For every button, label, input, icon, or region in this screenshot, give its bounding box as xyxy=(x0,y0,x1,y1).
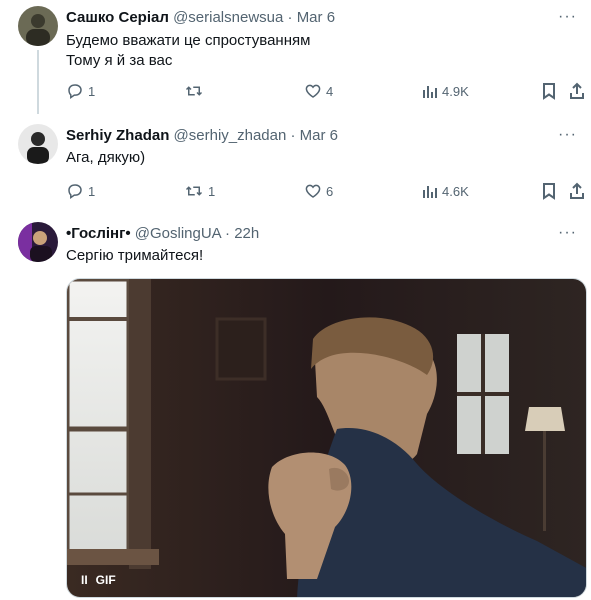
views-button[interactable]: 4.9K xyxy=(422,81,469,101)
avatar[interactable] xyxy=(18,6,58,46)
more-icon[interactable]: ··· xyxy=(558,225,577,241)
action-bar: 1 1 6 4.6K xyxy=(66,181,591,201)
tweet-text-line: Будемо вважати це спростуванням xyxy=(66,32,311,49)
tweet-text: Будемо вважати це спростуванням Тому я й… xyxy=(66,31,310,71)
share-icon xyxy=(570,82,584,99)
retweet-button[interactable]: 1 xyxy=(184,181,215,201)
views-icon xyxy=(423,86,437,98)
tweet-text-line: Ага, дякую) xyxy=(66,149,146,166)
tweet-text: Сергію тримайтеся! xyxy=(66,246,203,266)
views-count: 4.9K xyxy=(442,83,469,99)
reply-button[interactable]: 1 xyxy=(66,181,95,201)
gif-controls: II GIF xyxy=(81,573,116,587)
gif-label: GIF xyxy=(95,573,116,587)
thread-line xyxy=(37,50,39,114)
separator-dot: · xyxy=(225,225,231,242)
timestamp[interactable]: 22h xyxy=(234,225,259,242)
action-bar: 1 4 4.9K xyxy=(66,81,591,101)
author-handle[interactable]: @serhiy_zhadan xyxy=(174,127,287,144)
bookmark-button[interactable] xyxy=(541,81,557,101)
reply-button[interactable]: 1 xyxy=(66,81,95,101)
like-button[interactable]: 6 xyxy=(304,181,333,201)
reply-count: 1 xyxy=(88,183,96,199)
pause-icon[interactable]: II xyxy=(81,573,88,587)
separator-dot: · xyxy=(290,127,296,144)
author-handle[interactable]: @GoslingUA xyxy=(135,225,221,242)
share-button[interactable] xyxy=(569,181,585,201)
like-count: 6 xyxy=(326,183,334,199)
gif-media[interactable]: II GIF xyxy=(66,278,587,598)
gif-frame xyxy=(67,279,586,597)
views-icon xyxy=(423,186,437,198)
retweet-icon xyxy=(185,86,203,96)
author-name[interactable]: •Гослінг• xyxy=(66,225,131,242)
retweet-button[interactable] xyxy=(184,81,208,101)
retweet-count: 1 xyxy=(208,183,216,199)
views-button[interactable]: 4.6K xyxy=(422,181,469,201)
retweet-icon xyxy=(185,186,203,196)
separator-dot: · xyxy=(287,9,293,26)
like-button[interactable]: 4 xyxy=(304,81,333,101)
more-icon[interactable]: ··· xyxy=(558,127,577,143)
like-count: 4 xyxy=(326,83,334,99)
bookmark-icon xyxy=(543,183,555,200)
author-handle[interactable]: @serialsnewsua xyxy=(173,9,283,26)
bookmark-button[interactable] xyxy=(541,181,557,201)
bookmark-icon xyxy=(543,83,555,100)
like-icon xyxy=(305,184,321,198)
like-icon xyxy=(305,84,321,98)
views-count: 4.6K xyxy=(442,183,469,199)
avatar[interactable] xyxy=(18,222,58,262)
author-name[interactable]: Сашко Серіал xyxy=(66,9,169,26)
tweet-text: Ага, дякую) xyxy=(66,148,145,168)
reply-icon xyxy=(68,184,82,200)
reply-icon xyxy=(68,84,82,100)
tweet-text-line: Сергію тримайтеся! xyxy=(66,247,204,264)
tweet-text-line: Тому я й за вас xyxy=(66,52,173,69)
timestamp[interactable]: Mar 6 xyxy=(300,127,338,144)
timestamp[interactable]: Mar 6 xyxy=(297,9,335,26)
reply-count: 1 xyxy=(88,83,96,99)
share-icon xyxy=(570,182,584,199)
author-name[interactable]: Serhiy Zhadan xyxy=(66,127,169,144)
share-button[interactable] xyxy=(569,81,585,101)
more-icon[interactable]: ··· xyxy=(558,9,577,25)
avatar[interactable] xyxy=(18,124,58,164)
